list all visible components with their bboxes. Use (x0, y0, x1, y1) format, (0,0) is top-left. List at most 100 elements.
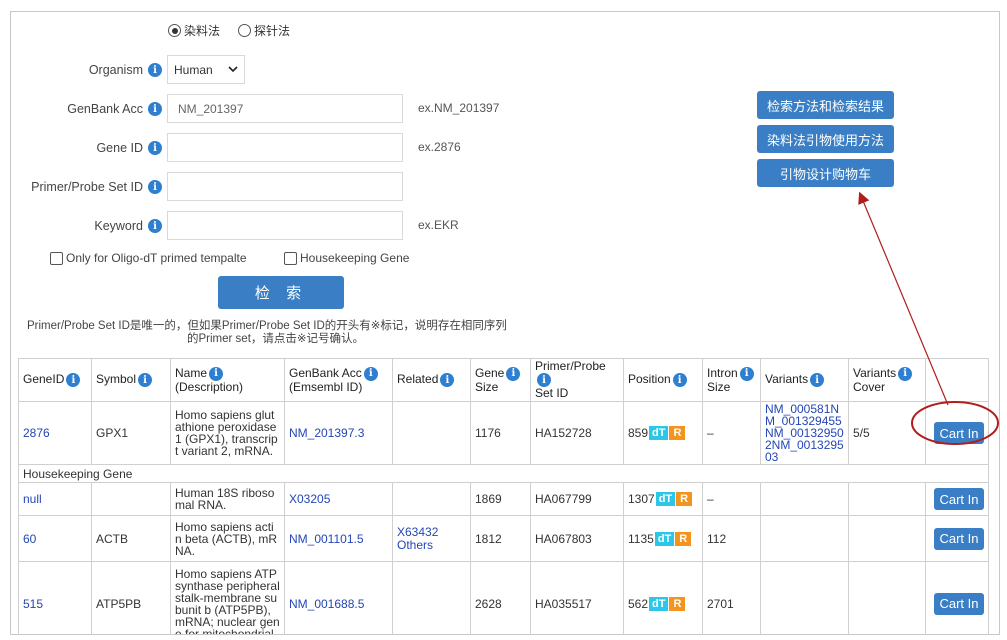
genbank-link[interactable]: X03205 (289, 492, 330, 506)
position-value: 1135 (628, 531, 654, 546)
th-genbank-line2: (Emsembl ID) (289, 379, 363, 394)
keyword-label: Keyword (94, 219, 143, 233)
name-col-info-icon[interactable]: i (209, 366, 224, 381)
th-symbol: Symbol i (91, 358, 171, 402)
cart-in-button[interactable]: Cart In (934, 592, 984, 615)
gene-size-col-info-icon[interactable]: i (506, 366, 521, 381)
organism-select-value: Human (174, 62, 213, 77)
table-row: 2876 GPX1 Homo sapiens glutathione perox… (18, 401, 989, 465)
genbank-link[interactable]: NM_001688.5 (289, 597, 364, 611)
symbol-cell: ATP5PB (91, 561, 171, 634)
housekeeping-label: Housekeeping Gene (300, 251, 410, 265)
genbank-input[interactable]: NM_201397 (167, 94, 403, 123)
genbank-info-icon[interactable]: i (148, 102, 162, 116)
intron-cell: 2701 (702, 561, 761, 634)
dt-tag[interactable]: dT (649, 426, 669, 440)
gene-id-link[interactable]: 515 (23, 597, 43, 611)
related-link[interactable]: X63432 (397, 525, 438, 539)
variants-cover-cell: 5/5 (848, 401, 926, 465)
genbank-col-info-icon[interactable]: i (363, 366, 378, 381)
genbank-example: ex.NM_201397 (418, 101, 500, 115)
primer-id-cell: HA067799 (530, 482, 624, 516)
primer-set-info-icon[interactable]: i (148, 180, 162, 194)
radio-dye-button[interactable] (168, 24, 181, 37)
gene-id-input[interactable] (167, 133, 403, 162)
th-intron: Intron i Size (702, 358, 761, 402)
position-cell: 562 dT R (628, 596, 698, 611)
description-cell: Homo sapiens glutathione peroxidase 1 (G… (170, 401, 285, 465)
keyword-info-icon[interactable]: i (148, 219, 162, 233)
intron-col-info-icon[interactable]: i (739, 366, 754, 381)
radio-dye-method[interactable]: 染料法 (168, 22, 220, 39)
genbank-label: GenBank Acc (67, 102, 143, 116)
th-intron-line1: Intron (707, 365, 738, 380)
r-tag[interactable]: R (669, 596, 686, 611)
housekeeping-checkbox[interactable] (284, 251, 297, 265)
description-cell: Homo sapiens ATP synthase peripheral sta… (170, 561, 285, 634)
primer-id-cell: HA152728 (530, 401, 624, 465)
cart-in-button[interactable]: Cart In (934, 488, 984, 510)
primer-id-note: Primer/Probe Set ID是唯一的，但如果Primer/Probe … (27, 320, 507, 346)
primer-cart-button[interactable]: 引物设计购物车 (757, 159, 894, 187)
th-position: Position i (623, 358, 703, 402)
gene-id-link[interactable]: null (23, 492, 42, 506)
position-value: 1307 (628, 492, 655, 506)
position-col-info-icon[interactable]: i (672, 373, 687, 387)
related-col-info-icon[interactable]: i (440, 373, 455, 387)
gene-id-example: ex.2876 (418, 140, 461, 154)
radio-probe-button[interactable] (238, 24, 252, 37)
variants-col-info-icon[interactable]: i (810, 373, 825, 387)
organism-info-icon[interactable]: i (148, 63, 162, 77)
dye-usage-button[interactable]: 染料法引物使用方法 (757, 125, 894, 153)
dt-tag[interactable]: dT (649, 596, 669, 611)
th-gene-size-line1: Gene (475, 365, 505, 380)
r-tag[interactable]: R (676, 492, 693, 506)
gene-size-cell: 1812 (470, 515, 531, 562)
gene-id-link[interactable]: 60 (23, 532, 36, 546)
description-cell: Homo sapiens actin beta (ACTB), mRNA. (170, 515, 285, 562)
related-cell (392, 401, 471, 465)
keyword-example: ex.EKR (418, 218, 459, 232)
oligo-dt-checkbox-row[interactable]: Only for Oligo-dT primed tempalte (50, 251, 247, 265)
related-cell (392, 482, 471, 516)
variants-link[interactable]: NM_000581NM_001329455NM_001329502NM_0013… (765, 402, 844, 464)
search-button[interactable]: 检 索 (218, 276, 344, 309)
radio-probe-method[interactable]: 探针法 (238, 22, 290, 39)
primer-set-input[interactable] (167, 172, 403, 201)
th-name-line1: Name (175, 365, 208, 380)
primer-col-info-icon[interactable]: i (537, 373, 551, 387)
symbol-col-info-icon[interactable]: i (138, 373, 153, 387)
cart-in-button[interactable]: Cart In (934, 527, 984, 550)
gene-id-link[interactable]: 2876 (23, 426, 50, 440)
dt-tag[interactable]: dT (654, 531, 675, 546)
position-value: 562 (628, 596, 649, 611)
organism-select[interactable]: Human (167, 55, 245, 84)
r-tag[interactable]: R (675, 531, 692, 546)
genbank-link[interactable]: NM_001101.5 (289, 532, 364, 546)
th-variants-cover: Variants i Cover (848, 358, 926, 402)
th-action (925, 358, 989, 402)
cart-in-button[interactable]: Cart In (934, 422, 984, 444)
variants-cell (760, 482, 849, 516)
housekeeping-checkbox-row[interactable]: Housekeeping Gene (284, 251, 409, 265)
keyword-input[interactable] (167, 211, 403, 240)
gene-id-col-info-icon[interactable]: i (66, 373, 81, 387)
related-others-link[interactable]: Others (397, 538, 433, 552)
th-primer-id: Primer/Probei Set ID (530, 358, 624, 402)
radio-dye-label: 染料法 (184, 24, 221, 38)
search-help-button[interactable]: 检索方法和检索结果 (757, 91, 894, 119)
related-cell (392, 561, 471, 634)
symbol-cell: GPX1 (91, 401, 171, 465)
symbol-cell: ACTB (91, 515, 171, 562)
genbank-input-value: NM_201397 (178, 101, 244, 116)
genbank-link[interactable]: NM_201397.3 (289, 426, 364, 440)
dt-tag[interactable]: dT (655, 492, 676, 506)
gene-id-info-icon[interactable]: i (148, 141, 162, 155)
housekeeping-section-title: Housekeeping Gene (18, 464, 989, 483)
th-genbank: GenBank Acc i (Emsembl ID) (284, 358, 393, 402)
cover-col-info-icon[interactable]: i (898, 366, 913, 381)
oligo-dt-checkbox[interactable] (50, 251, 63, 265)
th-gene-size: Gene i Size (470, 358, 531, 402)
r-tag[interactable]: R (669, 426, 686, 440)
table-row: 60 ACTB Homo sapiens actin beta (ACTB), … (18, 515, 989, 562)
